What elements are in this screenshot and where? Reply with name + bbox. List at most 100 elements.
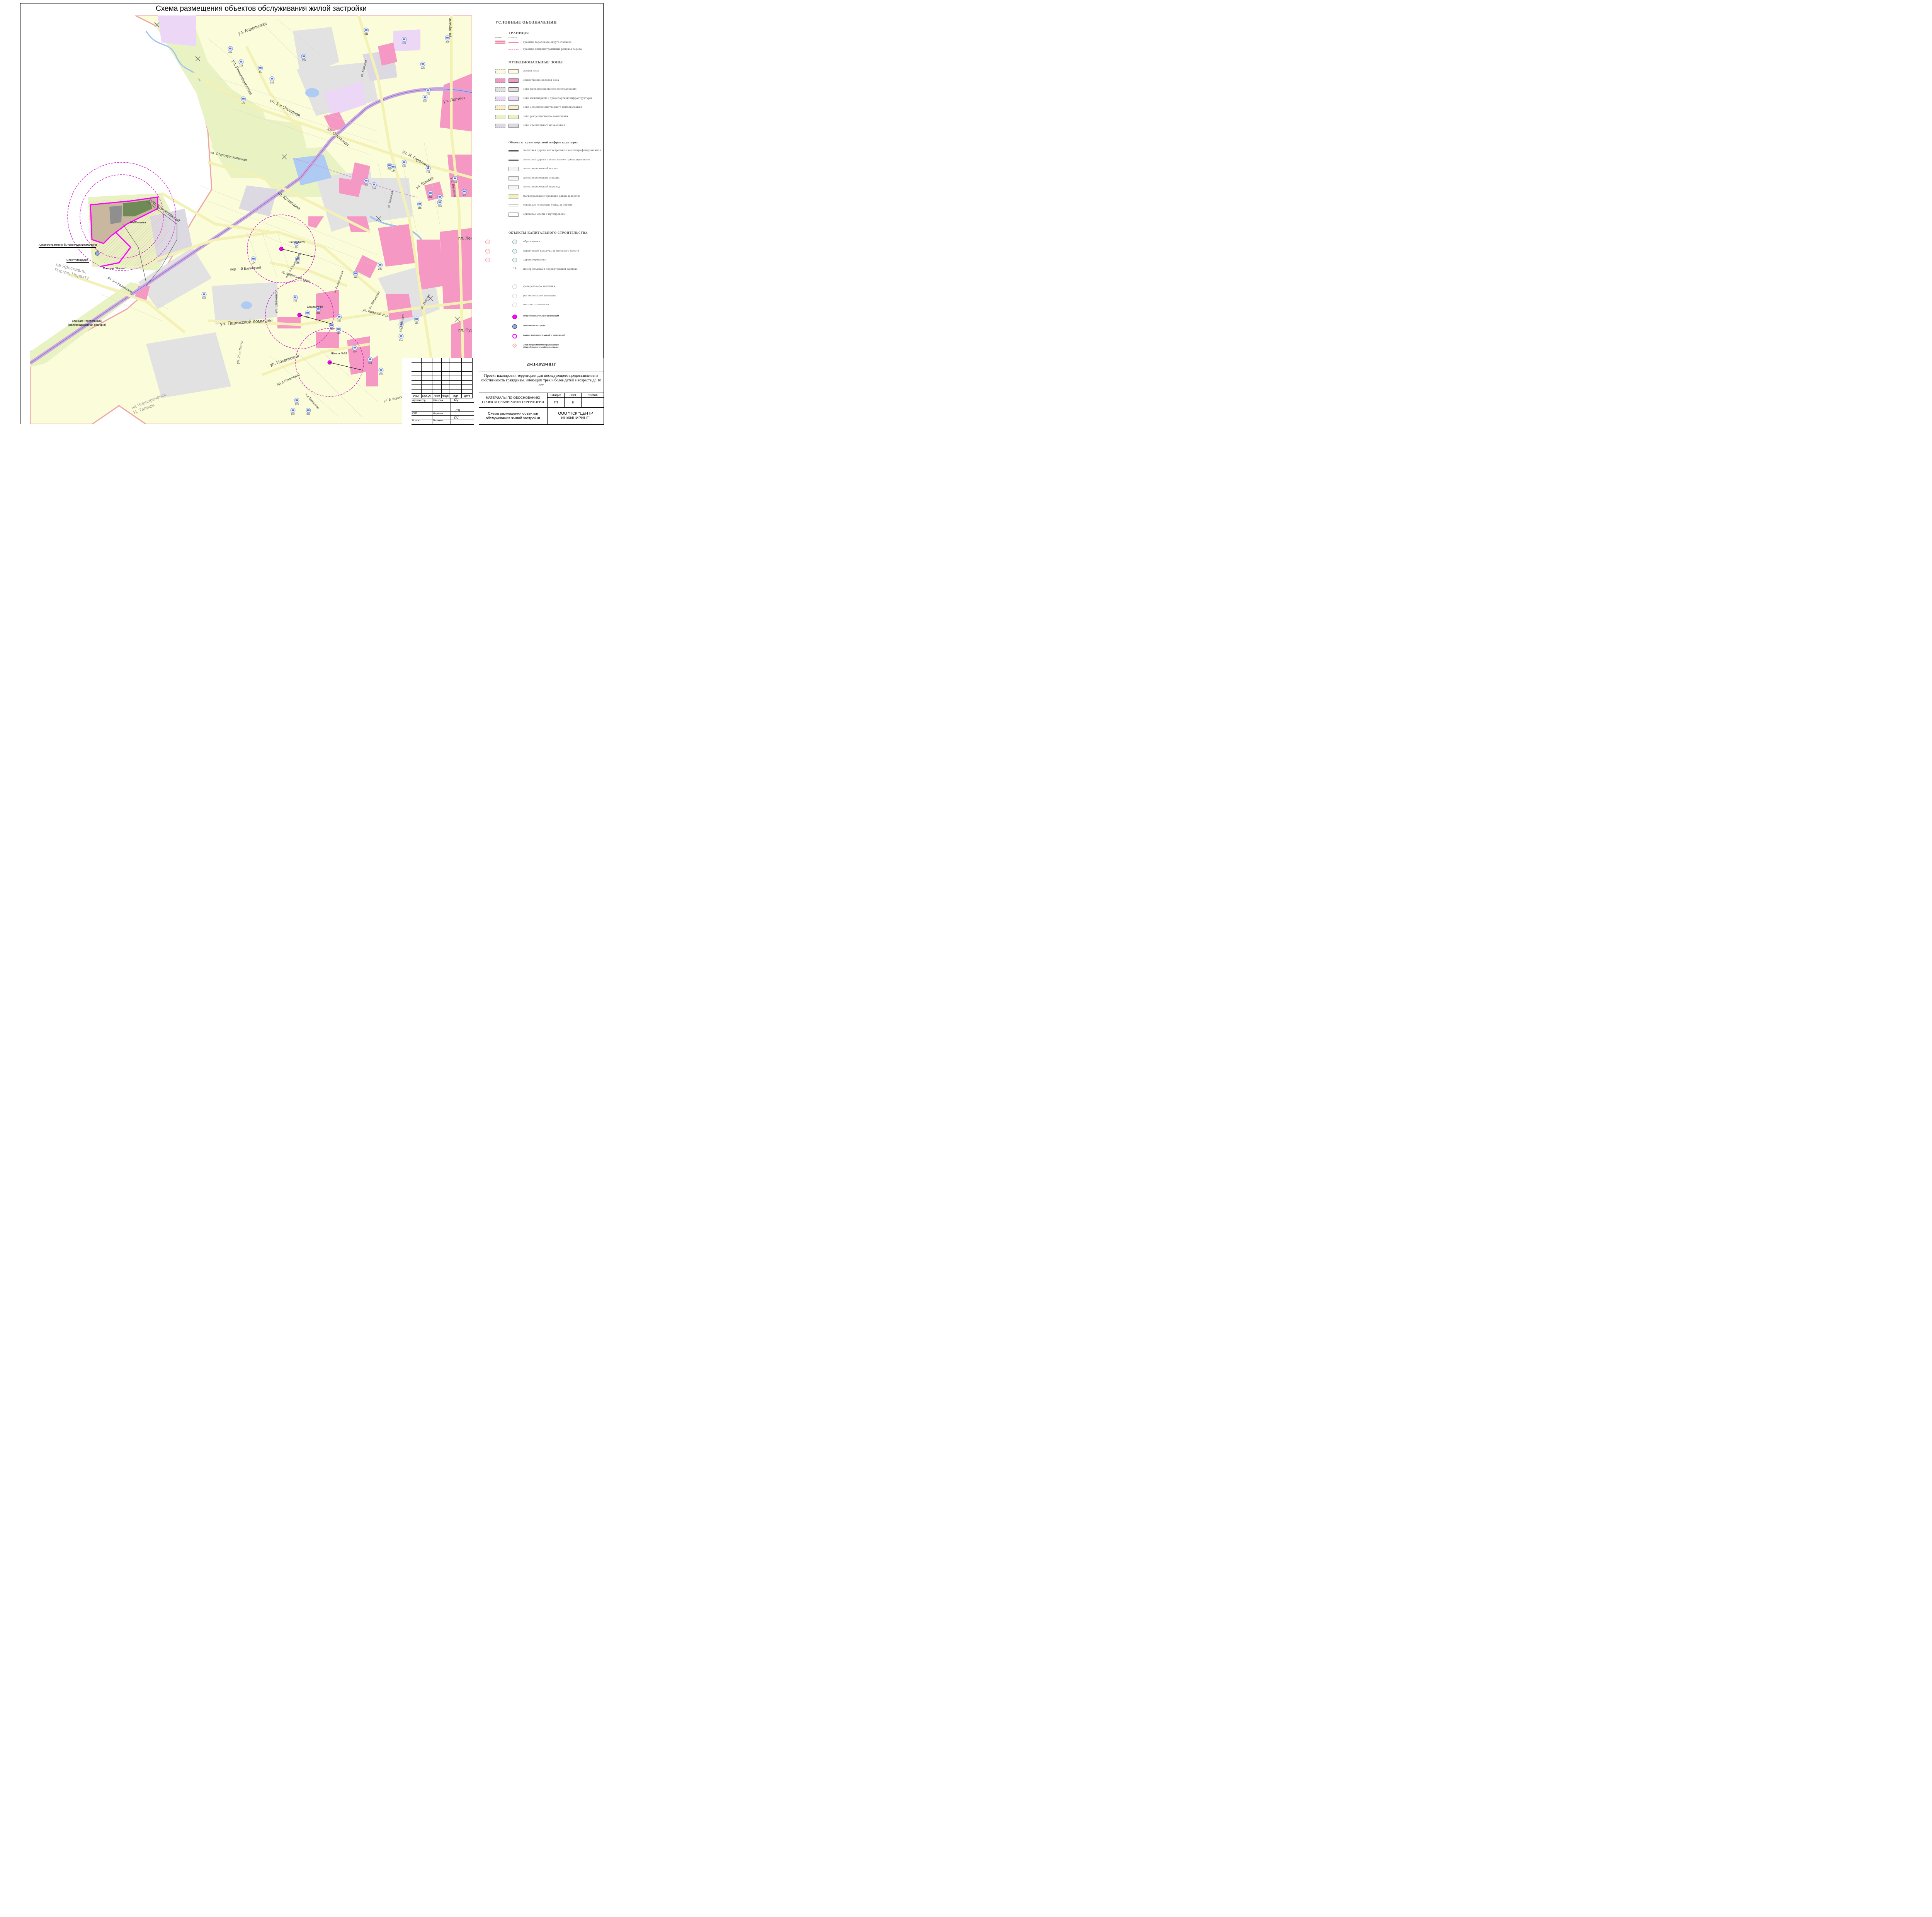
signature-grid-cell — [451, 403, 463, 407]
legend-zone-label: зона специального назначения — [523, 124, 565, 127]
legend-extra-icon — [512, 315, 517, 319]
revision-grid-cell — [449, 371, 462, 376]
person-role: Архитектор — [412, 399, 426, 402]
stage-value: ГП — [548, 398, 565, 408]
legend-significance-row: местного значения — [487, 303, 603, 309]
building-marker: 328 — [437, 200, 442, 208]
revision-grid-cell — [412, 367, 422, 372]
signature-grid-cell — [463, 411, 474, 416]
legend-zone-row: жилая зона — [487, 69, 603, 75]
legend-significance-label: регионального значения — [523, 294, 556, 297]
callout-admin-building: Административно-бытовое здание/магазин — [39, 243, 97, 247]
legend-swatch — [495, 41, 505, 44]
building-number: 240 — [378, 268, 383, 270]
legend-zone-label: зона сельскохозяйственного использования — [523, 105, 582, 109]
sheets-total-value — [582, 398, 604, 408]
building-marker: 119 — [352, 345, 357, 353]
legend-swatch — [509, 167, 519, 171]
transport-zone — [393, 29, 420, 51]
legend-zone-row: зона производственного использования — [487, 87, 603, 93]
revision-grid-cell — [462, 389, 473, 394]
revision-grid-cell — [412, 358, 422, 363]
legend-swatch — [509, 194, 519, 199]
legend-significance-label: федерального значения — [523, 285, 555, 288]
building-number: 222 — [429, 196, 433, 199]
building-marker: 171 — [241, 96, 246, 104]
revision-header: Изм. — [412, 394, 422, 398]
project-name: Проект планировки территории для последу… — [479, 371, 604, 393]
signature-mark: ɕɥ — [456, 408, 461, 413]
section-name: МАТЕРИАЛЫ ПО ОБОСНОВАНИЮ ПРОЕКТА ПЛАНИРО… — [479, 393, 548, 408]
legend-extra-row: Зона предполагаемого размещения общеобра… — [487, 344, 603, 350]
legend-swatch — [509, 185, 519, 189]
revision-grid-cell — [422, 376, 432, 381]
revision-grid-cell — [449, 358, 462, 363]
legend-extra-icon — [512, 324, 517, 329]
revision-grid-cell — [442, 385, 449, 390]
revision-grid-cell — [449, 376, 462, 381]
building-marker: 182 — [290, 408, 296, 416]
revision-grid-cell — [412, 376, 422, 381]
label-school-35: Школа №35 — [307, 305, 323, 308]
legend-transport-header: Объекты транспортной инфраструктуры — [509, 141, 578, 144]
legend-swatch-existing — [509, 78, 519, 83]
legend-transport-label: железнодорожный переезд — [523, 185, 560, 188]
legend-transport-label: железная дорога прочая неэлектрифицирова… — [523, 158, 590, 161]
legend-capital-header: ОБЪЕКТЫ КАПИТАЛЬНОГО СТРОИТЕЛЬСТВА — [509, 231, 588, 235]
legend-col-existing: существ. — [509, 36, 518, 39]
building-number: 419 — [295, 403, 299, 406]
legend-swatch — [509, 176, 519, 180]
building-marker: 193 — [336, 327, 341, 335]
signature-grid-cell — [463, 420, 474, 425]
legend-extra-icon — [512, 334, 517, 338]
legend-transport-label: основные городские улицы и дороги — [523, 203, 572, 206]
legend-capital-row: образования — [485, 240, 603, 246]
pond — [305, 88, 319, 97]
legend-swatch-project — [495, 124, 505, 128]
legend-extra-label: радиус доступности зданий и сооружений — [523, 334, 565, 337]
building-number: 262 — [388, 168, 392, 171]
revision-grid-cell — [422, 389, 432, 394]
stage-header: Стадия — [548, 393, 565, 398]
building-marker: 390 — [378, 367, 384, 376]
legend-swatch-existing — [509, 87, 519, 92]
legend-transport-label: железнодорожный вокзал — [523, 167, 558, 170]
legend-ring-icon — [512, 303, 517, 307]
revision-grid-cell — [412, 389, 422, 394]
legend-capital-label: физической культуры и массового спорта — [523, 249, 579, 252]
building-marker: 186 — [422, 95, 428, 103]
revision-grid-cell — [432, 371, 442, 376]
revision-grid-cell — [412, 380, 422, 385]
legend-extra-icon — [512, 344, 517, 348]
revision-grid-cell — [442, 376, 449, 381]
legend-ring-icon — [512, 284, 517, 289]
callout-magnit: Магазин "Магнит" — [103, 267, 127, 270]
building-number: 424 — [228, 52, 233, 54]
building-number: 276 — [421, 67, 425, 70]
map-title: Схема размещения объектов обслуживания ж… — [156, 5, 367, 13]
callout-fap: ФАП/аптека — [130, 221, 146, 224]
project-site-grey — [109, 206, 122, 224]
legend-zone-label: общественно-деловая зона — [523, 78, 559, 82]
building-marker: 199 — [329, 323, 334, 331]
legend-zone-label: жилая зона — [523, 69, 539, 72]
person-role: ГАП — [412, 412, 417, 415]
revision-grid-cell — [449, 362, 462, 367]
legend-capital-row: 14 номер объекта в пояснительной записке — [487, 267, 603, 273]
revision-grid-cell — [432, 367, 442, 372]
building-marker: 276 — [420, 61, 425, 70]
building-marker: 119 — [364, 178, 369, 186]
legend-swatch — [509, 42, 519, 43]
building-number: 229 — [293, 301, 298, 303]
sheets-header: Листов — [582, 393, 604, 398]
revision-grid-cell — [432, 385, 442, 390]
building-number: 340 — [354, 277, 358, 279]
building-marker: 181 — [414, 316, 419, 325]
building-number: 355 — [399, 339, 403, 342]
sports-ground-marker[interactable] — [95, 251, 100, 256]
building-number: 161 — [295, 247, 299, 249]
building-number: 265 — [418, 207, 422, 209]
legend-symbol-icon — [485, 240, 490, 244]
legend-row-district-boundary: граница административных районов города — [487, 47, 603, 53]
revision-header: №Док. — [442, 394, 449, 398]
